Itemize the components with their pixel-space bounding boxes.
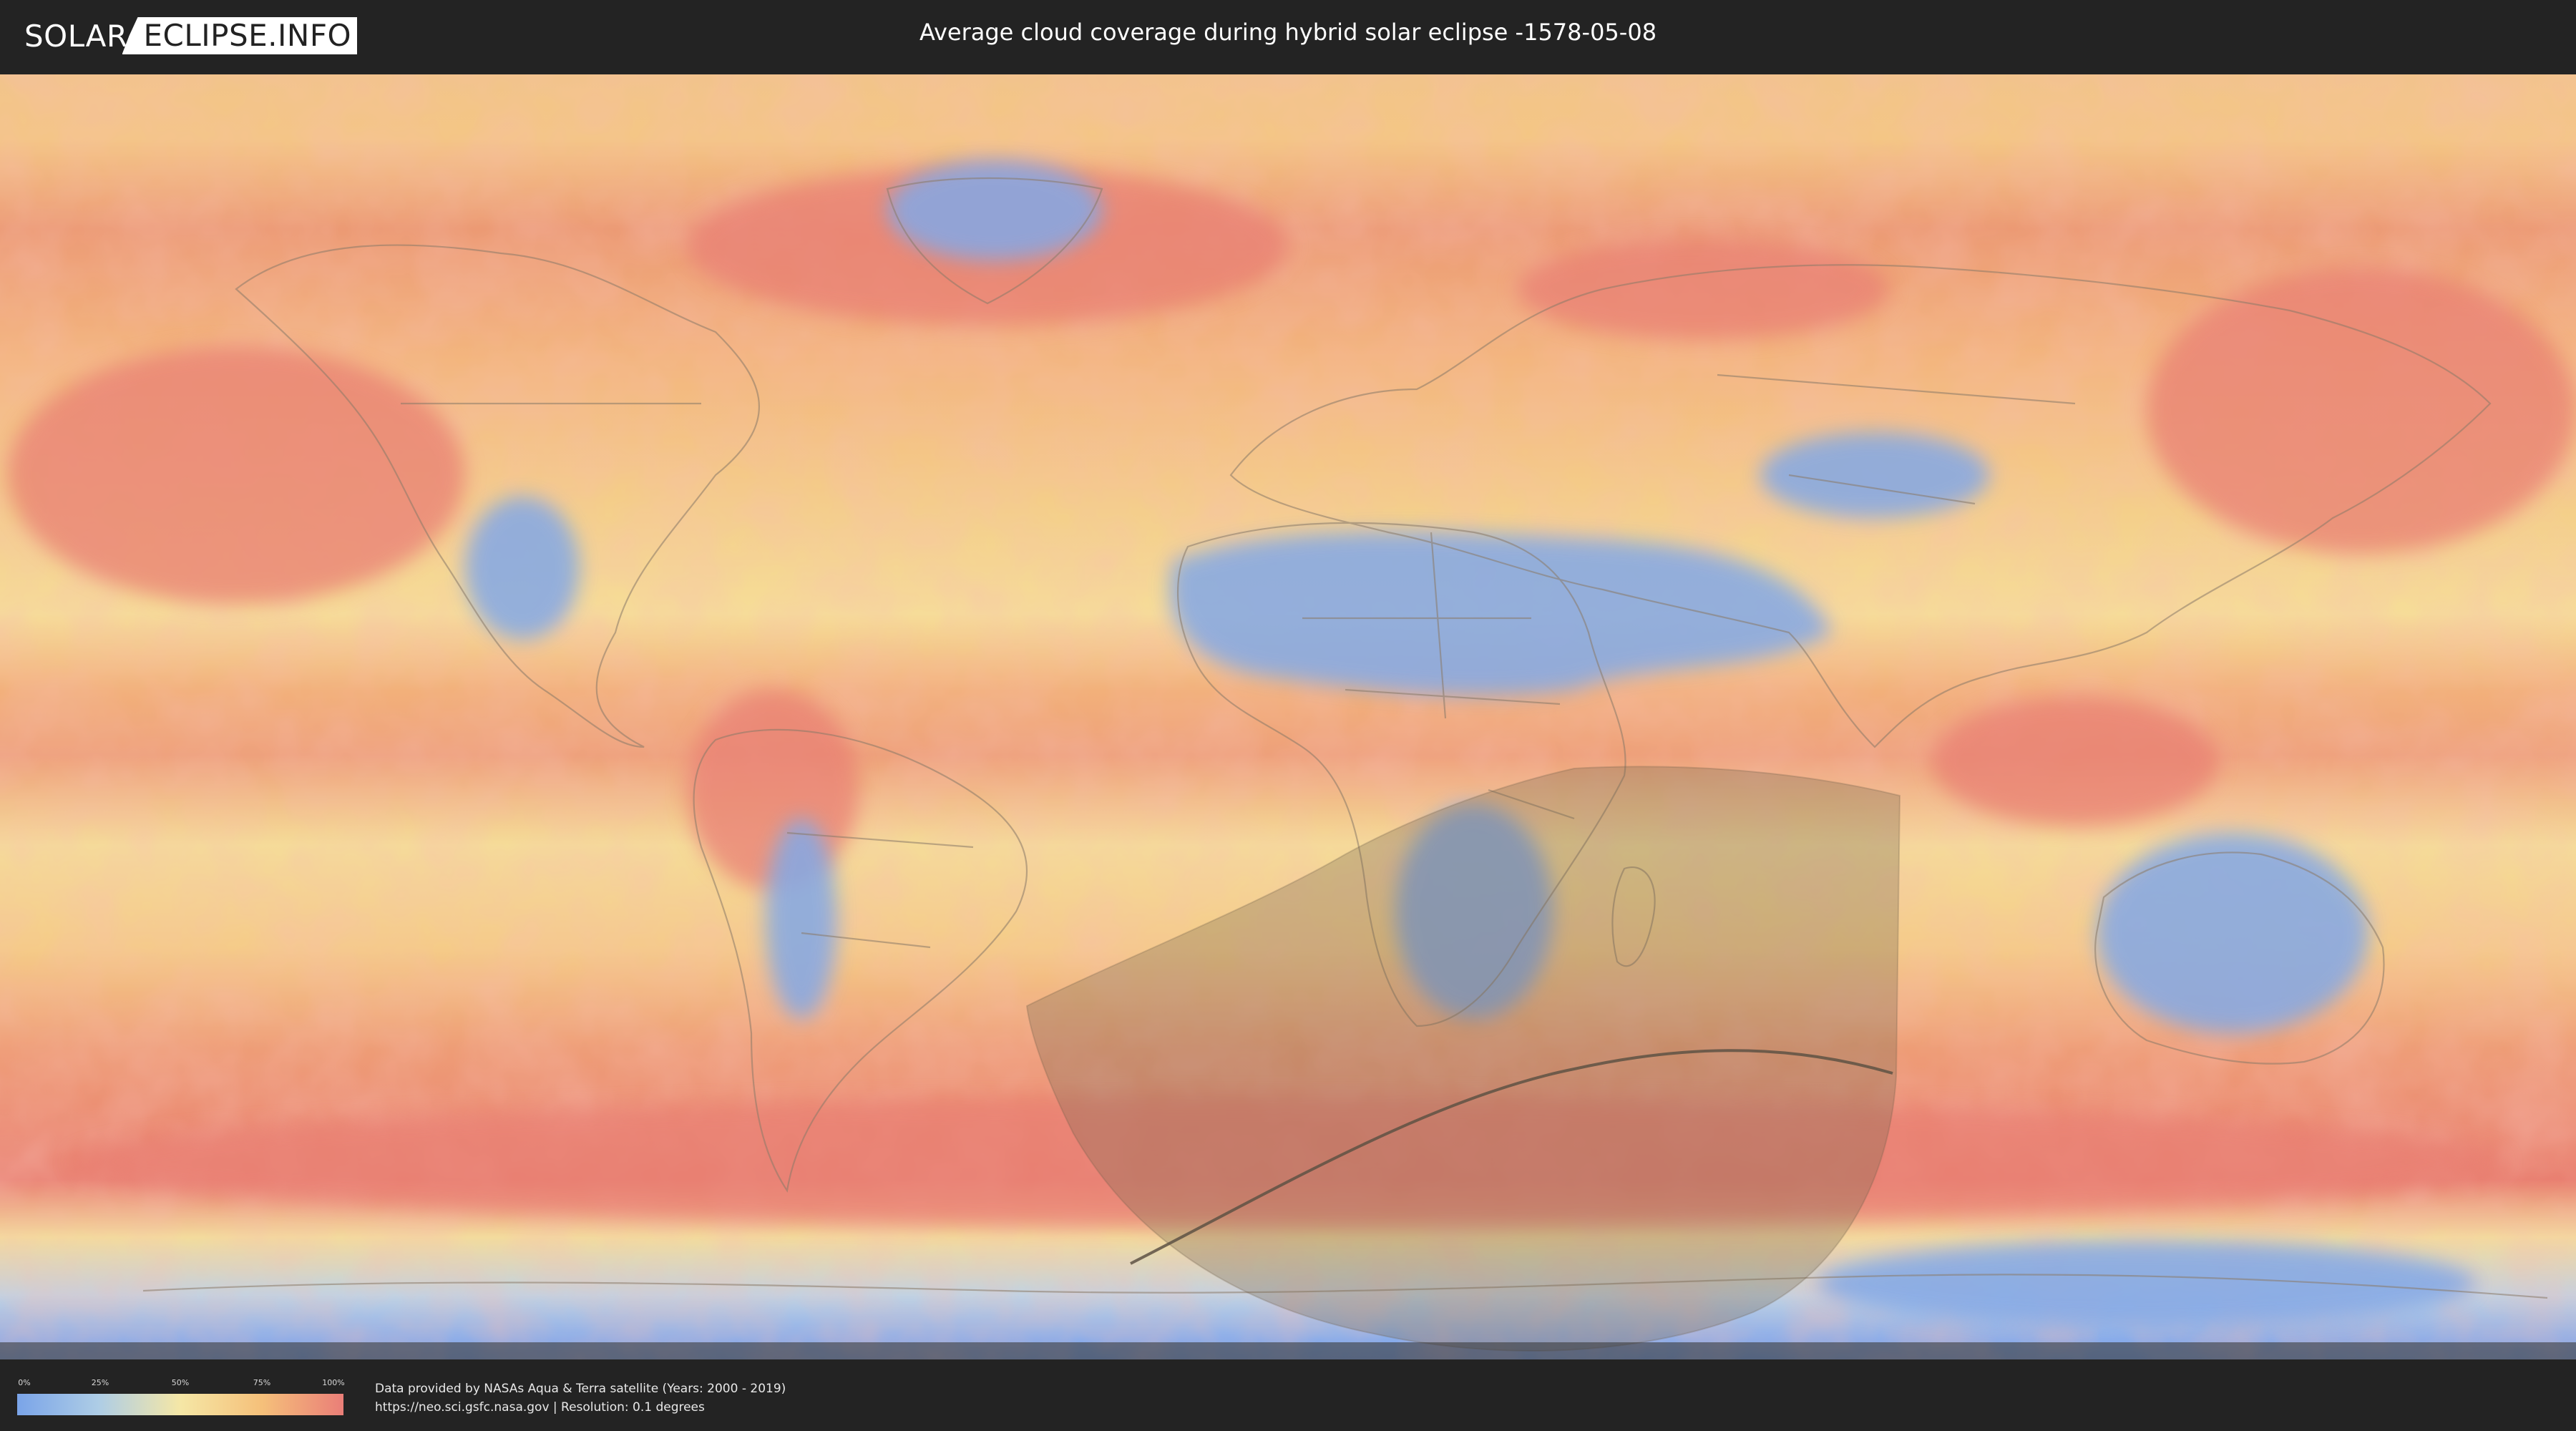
header-bar: SOLAR ECLIPSE.INFO Average cloud coverag… xyxy=(0,0,2576,72)
page-title: Average cloud coverage during hybrid sol… xyxy=(919,19,1657,46)
map-bottom-edge xyxy=(0,1342,2576,1359)
credit-line-source: Data provided by NASAs Aqua & Terra sate… xyxy=(375,1382,786,1396)
legend-tick-100: 100% xyxy=(322,1378,345,1387)
legend-ticks: 0% 25% 50% 75% 100% xyxy=(17,1377,345,1391)
legend-tick-0: 0% xyxy=(18,1378,31,1387)
cloud-coverage-map[interactable] xyxy=(0,74,2576,1359)
data-credits: Data provided by NASAs Aqua & Terra sate… xyxy=(375,1379,786,1417)
footer-bar: 0% 25% 50% 75% 100% Data provided by NAS… xyxy=(0,1359,2576,1431)
map-frame xyxy=(0,74,2576,1359)
legend-tick-50: 50% xyxy=(171,1378,190,1387)
legend-tick-25: 25% xyxy=(91,1378,109,1387)
credit-line-url[interactable]: https://neo.sci.gsfc.nasa.gov | Resoluti… xyxy=(375,1398,786,1417)
legend-color-bar xyxy=(17,1394,343,1415)
legend-tick-75: 75% xyxy=(253,1378,271,1387)
cloud-coverage-legend: 0% 25% 50% 75% 100% xyxy=(17,1377,345,1415)
page: SOLAR ECLIPSE.INFO Average cloud coverag… xyxy=(0,0,2576,1431)
